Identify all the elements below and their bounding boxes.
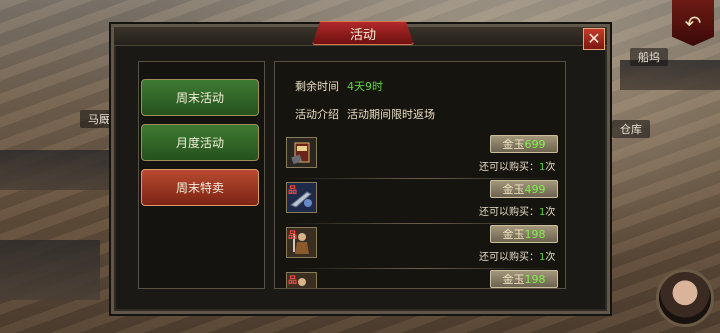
remaining-time-label: 剩余时间 <box>295 80 339 93</box>
activity-intro-label: 活动介绍 <box>295 108 339 121</box>
tab-monthly-activity[interactable]: 月度活动 <box>141 124 259 161</box>
price-value: 699 <box>524 137 546 151</box>
tab-list: 周末活动 月度活动 周末特卖 <box>138 61 265 289</box>
close-button[interactable]: ✕ <box>583 28 605 50</box>
tab-weekend-sale[interactable]: 周末特卖 <box>141 169 259 206</box>
price-currency: 金玉 <box>502 183 525 196</box>
remaining-time-value: 4天9时 <box>347 80 383 93</box>
list-item: 品 金玉 198 还可以购买：1次 <box>275 225 565 269</box>
building-label-dock[interactable]: 船坞 <box>630 48 668 66</box>
divider <box>285 178 557 179</box>
price-value: 499 <box>524 182 546 196</box>
list-item: 品 金玉 499 还可以购买：1次 <box>275 180 565 224</box>
background-roof <box>0 150 110 190</box>
activity-dialog: 活动 ✕ 周末活动 月度活动 周末特卖 剩余时间 4天9时 活动介绍 活动期间限时返… <box>111 21 610 314</box>
sale-content-panel: 剩余时间 4天9时 活动介绍 活动期间限时返场 金玉 699 还可以购买：1次 品 <box>274 61 566 289</box>
divider <box>285 223 557 224</box>
purchase-remaining-label: 还可以购买： <box>479 207 539 218</box>
price-value: 198 <box>524 272 546 286</box>
tab-weekend-activity[interactable]: 周末活动 <box>141 79 259 116</box>
purchase-remaining-label: 还可以购买： <box>479 162 539 173</box>
building-label-warehouse[interactable]: 仓库 <box>612 120 650 138</box>
warrior-icon[interactable]: 品 <box>286 227 317 258</box>
list-item: 品 金玉 198 <box>275 270 565 288</box>
buy-button[interactable]: 金玉 499 <box>490 180 558 198</box>
price-currency: 金玉 <box>502 273 525 286</box>
purchase-remaining-label: 还可以购买： <box>479 252 539 263</box>
buy-button[interactable]: 金玉 699 <box>490 135 558 153</box>
background-roof <box>0 240 100 300</box>
purchase-remaining-unit: 次 <box>545 252 556 263</box>
quality-badge: 品 <box>288 186 298 196</box>
warrior-icon[interactable]: 品 <box>286 272 317 288</box>
list-item: 金玉 699 还可以购买：1次 <box>275 135 565 179</box>
price-value: 198 <box>524 227 546 241</box>
quality-badge: 品 <box>288 231 298 241</box>
purchase-remaining-unit: 次 <box>545 162 556 173</box>
avatar[interactable] <box>656 269 714 327</box>
price-currency: 金玉 <box>502 138 525 151</box>
quality-badge: 品 <box>288 276 298 286</box>
weapon-icon[interactable]: 品 <box>286 182 317 213</box>
remaining-time-row: 剩余时间 4天9时 <box>295 78 383 94</box>
purchase-remaining-unit: 次 <box>545 207 556 218</box>
book-icon[interactable] <box>286 137 317 168</box>
activity-intro-value: 活动期间限时返场 <box>347 108 435 121</box>
divider <box>285 268 557 269</box>
buy-button[interactable]: 金玉 198 <box>490 225 558 243</box>
purchase-remaining: 还可以购买：1次 <box>479 158 555 173</box>
dialog-title: 活动 <box>312 21 414 45</box>
price-currency: 金玉 <box>502 228 525 241</box>
buy-button[interactable]: 金玉 198 <box>490 270 558 288</box>
purchase-remaining: 还可以购买：1次 <box>479 248 555 263</box>
purchase-remaining: 还可以购买：1次 <box>479 203 555 218</box>
back-arrow-icon[interactable]: ↶ <box>672 0 714 46</box>
activity-intro-row: 活动介绍 活动期间限时返场 <box>295 106 435 122</box>
